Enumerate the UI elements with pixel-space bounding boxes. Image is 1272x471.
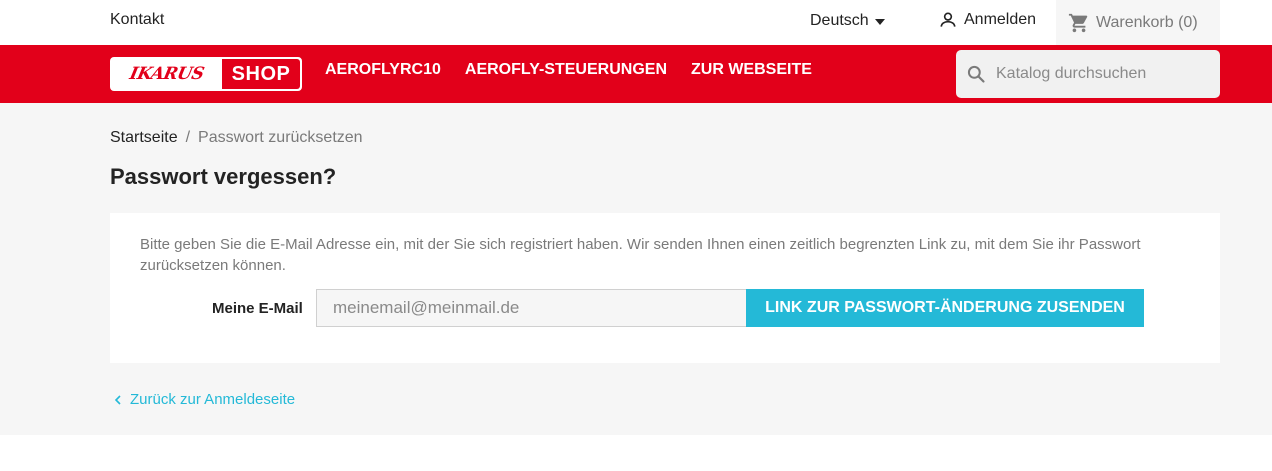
signin-label: Anmelden bbox=[964, 11, 1037, 28]
main-nav: AEROFLYRC10 AEROFLY-STEUERUNGEN ZUR WEBS… bbox=[325, 61, 812, 79]
search-box bbox=[956, 50, 1220, 98]
email-label: Meine E-Mail bbox=[212, 300, 303, 317]
page-title: Passwort vergessen? bbox=[110, 164, 337, 189]
email-field[interactable] bbox=[316, 289, 747, 327]
caret-down-icon bbox=[874, 18, 885, 25]
cart-label: Warenkorb (0) bbox=[1096, 13, 1198, 31]
back-link-label: Zurück zur Anmeldeseite bbox=[130, 391, 296, 408]
nav-item-aeroflyrc10[interactable]: AEROFLYRC10 bbox=[325, 61, 441, 79]
language-label: Deutsch bbox=[810, 12, 869, 29]
breadcrumb-home[interactable]: Startseite bbox=[110, 129, 178, 147]
breadcrumb-separator: / bbox=[185, 129, 191, 146]
logo-shop-text: SHOP bbox=[222, 59, 300, 89]
cart-button[interactable]: Warenkorb (0) bbox=[1056, 0, 1220, 45]
back-to-login-link[interactable]: Zurück zur Anmeldeseite bbox=[114, 391, 295, 408]
main-header: IKARUS SHOP AEROFLYRC10 AEROFLY-STEUERUN… bbox=[0, 45, 1272, 103]
form-instructions: Bitte geben Sie die E-Mail Adresse ein, … bbox=[140, 236, 1141, 274]
top-bar: Kontakt Deutsch Anmelden Warenkorb (0) bbox=[0, 0, 1272, 45]
nav-item-zur-webseite[interactable]: ZUR WEBSEITE bbox=[691, 61, 812, 79]
chevron-left-icon bbox=[114, 394, 121, 405]
breadcrumb-current: Passwort zurücksetzen bbox=[198, 129, 363, 146]
user-icon bbox=[940, 12, 956, 27]
nav-item-aerofly-steuerungen[interactable]: AEROFLY-STEUERUNGEN bbox=[465, 61, 667, 79]
cart-icon bbox=[1068, 13, 1088, 32]
send-reset-link-button[interactable]: LINK ZUR PASSWORT-ÄNDERUNG ZUSENDEN bbox=[746, 289, 1144, 327]
language-selector[interactable]: Deutsch bbox=[810, 12, 885, 30]
page-content: Startseite / Passwort zurücksetzen Passw… bbox=[0, 103, 1272, 435]
logo-ikarus-text: IKARUS bbox=[128, 64, 206, 84]
search-input[interactable] bbox=[996, 65, 1206, 83]
shop-logo[interactable]: IKARUS SHOP bbox=[110, 57, 302, 91]
search-icon bbox=[967, 65, 985, 83]
contact-link[interactable]: Kontakt bbox=[110, 11, 164, 29]
signin-link[interactable]: Anmelden bbox=[938, 10, 1036, 30]
reset-password-form: Bitte geben Sie die E-Mail Adresse ein, … bbox=[110, 213, 1220, 363]
breadcrumb: Startseite / Passwort zurücksetzen bbox=[110, 129, 363, 147]
